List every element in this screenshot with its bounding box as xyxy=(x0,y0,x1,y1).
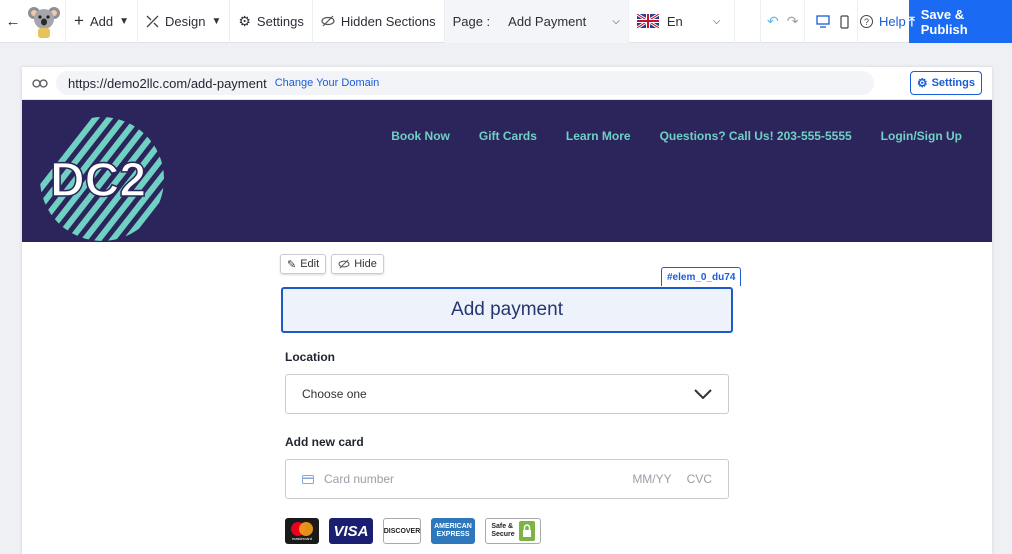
chevron-down-icon: ▼ xyxy=(211,15,222,27)
mobile-icon[interactable] xyxy=(840,14,849,29)
chevron-down-icon: ▼ xyxy=(119,15,129,27)
design-menu[interactable]: Design ▼ xyxy=(138,0,231,43)
eye-slash-icon xyxy=(338,259,350,269)
hidden-sections-button[interactable]: Hidden Sections xyxy=(313,0,445,43)
nav-login-signup[interactable]: Login/Sign Up xyxy=(881,129,962,143)
payment-badges: mastercard VISA DISCOVER AMERICAN EXPRES… xyxy=(285,518,541,544)
chevron-down-icon: ⌵ xyxy=(612,15,620,27)
page-prefix: Page : xyxy=(452,13,491,29)
question-circle-icon: ? xyxy=(860,15,873,28)
location-select[interactable]: Choose one xyxy=(285,374,729,414)
hide-element-button[interactable]: Hide xyxy=(331,254,384,274)
amex-line1: AMERICAN xyxy=(434,523,472,530)
expiry-placeholder: MM/YY xyxy=(632,472,672,486)
language-selector[interactable]: En ⌵ xyxy=(629,0,736,43)
desktop-icon[interactable] xyxy=(816,15,830,28)
amex-badge: AMERICAN EXPRESS xyxy=(431,518,475,544)
add-payment-heading[interactable]: Add payment xyxy=(281,287,733,333)
edit-label: Edit xyxy=(300,258,320,270)
nav-phone[interactable]: Questions? Call Us! 203-555-5555 xyxy=(660,129,852,143)
site-nav: Book Now Gift Cards Learn More Questions… xyxy=(391,129,962,143)
editor-toolbar: ← + Add ▼ Design ▼ ⚙ Settings Hidden Sec… xyxy=(0,0,1012,43)
history-controls: ↶ ↷ xyxy=(760,0,806,43)
discover-text: DISCOVER xyxy=(383,527,421,535)
mastercard-logo-icon xyxy=(291,522,313,536)
url-bar: https://demo2llc.com/add-payment Change … xyxy=(22,67,992,100)
discover-badge: DISCOVER xyxy=(383,518,421,544)
undo-icon[interactable]: ↶ xyxy=(767,13,779,30)
nav-gift-cards[interactable]: Gift Cards xyxy=(479,129,537,143)
element-id-tag: #elem_0_du74 xyxy=(661,267,742,286)
element-controls: ✎ Edit Hide xyxy=(280,254,384,274)
change-domain-link[interactable]: Change Your Domain xyxy=(275,77,380,89)
eye-slash-icon xyxy=(321,15,335,27)
settings-label: Settings xyxy=(256,13,304,29)
settings-menu[interactable]: ⚙ Settings xyxy=(230,0,313,43)
design-label: Design xyxy=(164,13,206,29)
redo-icon[interactable]: ↷ xyxy=(787,13,799,30)
location-label: Location xyxy=(285,350,335,364)
add-menu[interactable]: + Add ▼ xyxy=(66,0,138,43)
safe-line2: Secure xyxy=(491,531,515,538)
mastercard-text: mastercard xyxy=(291,536,312,541)
app-logo[interactable] xyxy=(22,0,66,43)
gear-icon: ⚙ xyxy=(916,76,928,90)
safe-line1: Safe & xyxy=(491,523,514,530)
plus-icon: + xyxy=(74,11,84,30)
dc2-logo[interactable]: DC2 xyxy=(38,115,166,243)
card-label: Add new card xyxy=(285,435,364,449)
card-input[interactable]: Card number MM/YY CVC xyxy=(285,459,729,499)
cvc-placeholder: CVC xyxy=(686,472,712,486)
card-number-placeholder: Card number xyxy=(324,472,395,486)
page-selector[interactable]: Page : Add Payment ⌵ xyxy=(444,0,629,43)
edit-element-button[interactable]: ✎ Edit xyxy=(280,254,327,274)
logo-text: DC2 xyxy=(50,154,146,207)
nav-book-now[interactable]: Book Now xyxy=(391,129,450,143)
nav-learn-more[interactable]: Learn More xyxy=(566,129,631,143)
pencil-icon: ✎ xyxy=(287,258,297,271)
url-field: https://demo2llc.com/add-payment Change … xyxy=(56,71,874,95)
arrow-left-icon: ← xyxy=(5,12,21,30)
language-label: En xyxy=(666,13,683,29)
location-value: Choose one xyxy=(302,387,367,401)
lock-icon xyxy=(518,521,535,541)
back-button[interactable]: ← xyxy=(0,0,22,43)
hide-label: Hide xyxy=(354,258,377,270)
add-label: Add xyxy=(89,13,114,29)
chevron-down-icon: ⌵ xyxy=(712,15,721,27)
link-icon xyxy=(32,78,48,88)
page-name: Add Payment xyxy=(508,13,587,29)
visa-badge: VISA xyxy=(329,518,373,544)
gear-icon: ⚙ xyxy=(238,12,251,29)
design-tools-icon xyxy=(146,15,159,27)
page-canvas: https://demo2llc.com/add-payment Change … xyxy=(22,67,992,554)
save-publish-button[interactable]: ⤒ Save & Publish xyxy=(909,0,1012,43)
safe-secure-badge: Safe & Secure xyxy=(485,518,541,544)
page-settings-button[interactable]: ⚙ Settings xyxy=(909,71,982,95)
site-header: DC2 Book Now Gift Cards Learn More Quest… xyxy=(22,100,992,242)
chevron-down-icon xyxy=(694,389,712,399)
device-preview-controls xyxy=(808,0,858,43)
publish-label: Save & Publish xyxy=(920,6,968,37)
hidden-sections-label: Hidden Sections xyxy=(340,13,436,29)
uk-flag-icon xyxy=(636,14,659,28)
page-settings-label: Settings xyxy=(931,77,975,89)
upload-icon: ⤒ xyxy=(909,13,915,29)
koala-logo-icon xyxy=(27,7,60,38)
help-label: Help xyxy=(879,14,906,29)
page-url: https://demo2llc.com/add-payment xyxy=(68,75,267,91)
amex-line2: EXPRESS xyxy=(436,531,470,538)
mastercard-badge: mastercard xyxy=(285,518,319,544)
help-button[interactable]: ? Help xyxy=(852,0,914,43)
credit-card-icon xyxy=(302,474,314,484)
